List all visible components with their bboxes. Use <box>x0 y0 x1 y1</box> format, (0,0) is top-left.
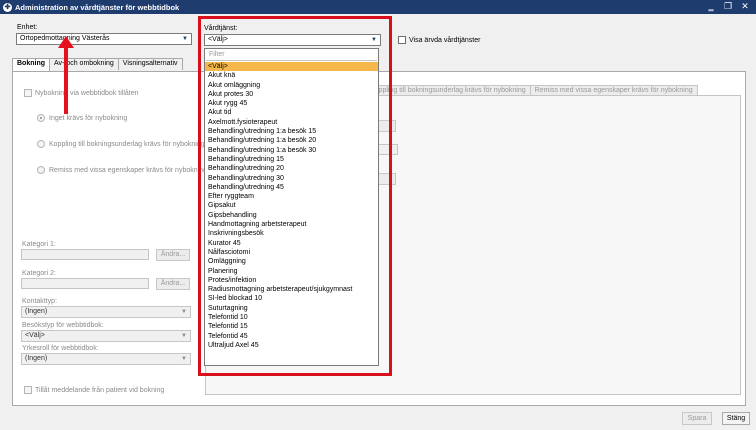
radio-inget-kravs[interactable]: Inget krävs för nybokning <box>37 114 127 122</box>
tab-av-och-ombokning[interactable]: Av- och ombokning <box>49 58 119 70</box>
yrkesroll-label: Yrkesroll för webbtidbok: <box>22 345 99 352</box>
nybokning-label: Nybokning via webbtidbok tillåten <box>35 89 139 97</box>
checkbox-box <box>24 89 32 97</box>
kategori2-label: Kategori 2: <box>22 270 56 277</box>
radio-koppling-kravs[interactable]: Koppling till bokningsunderlag krävs för… <box>37 140 205 148</box>
annotation-arrow-icon <box>58 36 74 114</box>
radio-dot <box>37 114 45 122</box>
minimize-icon[interactable]: ‗ <box>706 1 716 12</box>
kategori1-field <box>21 249 149 260</box>
right-subtabs: Koppling till bokningsunderlag krävs för… <box>365 85 698 95</box>
stang-button[interactable]: Stäng <box>722 412 750 425</box>
kontakttyp-label: Kontakttyp: <box>22 298 58 305</box>
kategori1-label: Kategori 1: <box>22 241 56 248</box>
besokstyp-label: Besökstyp för webbtidbok: <box>22 322 104 329</box>
radio-remiss-kravs[interactable]: Remiss med vissa egenskaper krävs för ny… <box>37 166 207 174</box>
nybokning-checkbox[interactable]: Nybokning via webbtidbok tillåten <box>24 89 139 97</box>
kategori2-andra-button[interactable]: Ändra... <box>156 278 190 290</box>
chevron-down-icon: ▼ <box>181 356 187 362</box>
radio-dot <box>37 140 45 148</box>
subtab-remiss[interactable]: Remiss med vissa egenskaper krävs för ny… <box>529 85 698 95</box>
visa-arvda-label: Visa ärvda vårdtjänster <box>409 36 481 44</box>
close-icon[interactable]: ✕ <box>740 1 750 12</box>
kategori1-andra-button[interactable]: Ändra... <box>156 249 190 261</box>
restore-icon[interactable]: ❐ <box>723 1 733 12</box>
main-window: Enhet: Ortopedmottagning Västerås ▼ Bokn… <box>0 14 756 430</box>
title-bar: ✚ Administration av vårdtjänster för web… <box>0 0 756 14</box>
besokstyp-select[interactable]: <Välj> ▼ <box>21 330 191 342</box>
tab-visningsalternativ[interactable]: Visningsalternativ <box>117 58 183 70</box>
chevron-down-icon: ▼ <box>182 36 188 42</box>
enhet-label: Enhet: <box>17 24 38 31</box>
radio-label: Remiss med vissa egenskaper krävs för ny… <box>49 166 207 174</box>
tillat-meddelande-checkbox[interactable]: Tillåt meddelande från patient vid bokni… <box>24 386 164 394</box>
yrkesroll-select[interactable]: (Ingen) ▼ <box>21 353 191 365</box>
checkbox-box <box>398 36 406 44</box>
checkbox-box <box>24 386 32 394</box>
window-controls: ‗ ❐ ✕ <box>706 1 750 12</box>
chevron-down-icon: ▼ <box>181 309 187 315</box>
yrkesroll-value: (Ingen) <box>25 355 48 362</box>
tab-bokning[interactable]: Bokning <box>12 58 50 71</box>
besokstyp-value: <Välj> <box>25 332 45 339</box>
spara-button[interactable]: Spara <box>682 412 712 425</box>
enhet-select[interactable]: Ortopedmottagning Västerås ▼ <box>16 33 192 45</box>
chevron-down-icon: ▼ <box>181 333 187 339</box>
visa-arvda-checkbox[interactable]: Visa ärvda vårdtjänster <box>398 36 480 44</box>
radio-dot <box>37 166 45 174</box>
kontakttyp-value: (Ingen) <box>25 308 48 315</box>
kategori2-field <box>21 278 149 289</box>
radio-label: Inget krävs för nybokning <box>49 114 128 122</box>
kontakttyp-select[interactable]: (Ingen) ▼ <box>21 306 191 318</box>
app-icon: ✚ <box>3 2 12 12</box>
tillat-label: Tillåt meddelande från patient vid bokni… <box>35 386 165 394</box>
radio-label: Koppling till bokningsunderlag krävs för… <box>49 140 205 148</box>
window-title: Administration av vårdtjänster för webbt… <box>15 2 180 12</box>
annotation-highlight-box <box>198 16 392 376</box>
tab-strip: Bokning Av- och ombokning Visningsaltern… <box>12 58 183 71</box>
